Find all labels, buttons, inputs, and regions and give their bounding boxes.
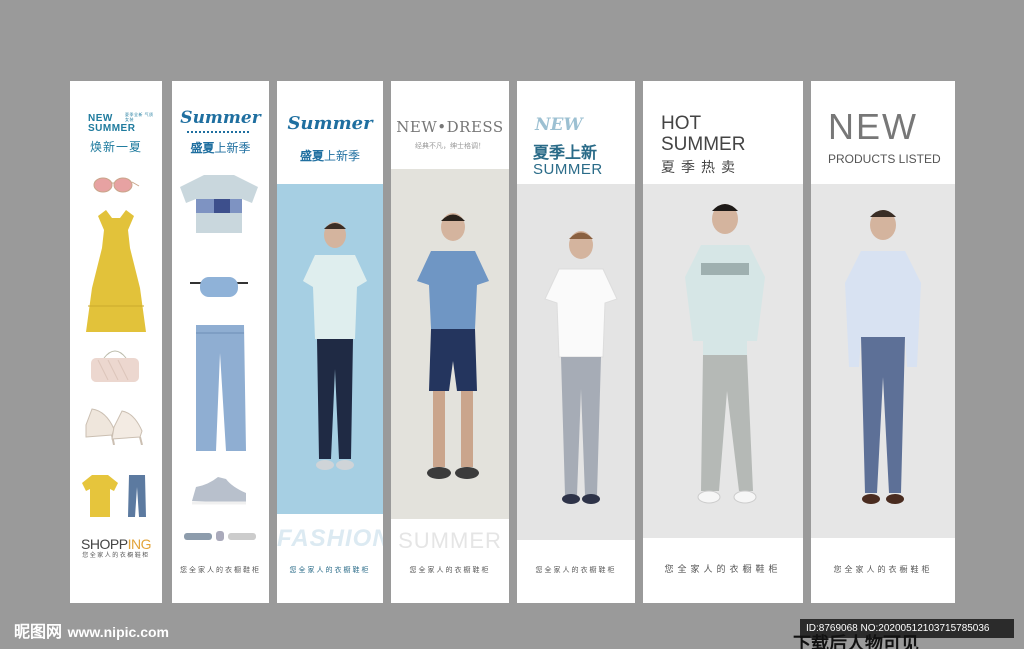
nipic-url: www.nipic.com — [67, 624, 169, 640]
pink-bag-image — [91, 350, 139, 382]
panel7-en: PRODUCTS LISTED — [828, 152, 941, 166]
panel3-subtitle: 盛夏上新季 — [277, 147, 383, 164]
poster-panel-6: HOT SUMMER 夏季热卖 您全家人的衣橱鞋柜 — [643, 81, 803, 603]
panel4-subtitle: 经典不凡，绅士格调！ — [415, 142, 485, 150]
panel6-heading: HOT SUMMER — [661, 113, 745, 155]
model-figure — [303, 222, 367, 470]
panel1-heading: NEW SUMMER 夏季全新 气质女装 — [88, 112, 153, 134]
panel4-bottom-word: SUMMER — [398, 528, 502, 553]
panel7-footer: 您全家人的衣橱鞋柜 — [833, 565, 933, 574]
panel4-title: NEW•DRESS — [396, 118, 504, 136]
panel5-en: SUMMER — [533, 161, 603, 178]
sunglasses-image — [93, 177, 140, 193]
panel6-cn: 夏季热卖 — [661, 160, 741, 176]
waist-bag-image — [190, 277, 248, 297]
poster-panel-7: NEW PRODUCTS LISTED 您全家人的衣橱鞋柜 — [811, 81, 955, 603]
slides-image — [184, 531, 256, 541]
wave-divider — [187, 131, 249, 136]
panel5-new: NEW — [535, 115, 583, 135]
panel3-subtitle-a: 盛夏 — [299, 149, 324, 163]
poster-panel-4: NEW•DRESS 经典不凡，绅士格调！ SUMMER 您全家人的衣橱鞋柜 — [391, 81, 509, 603]
heels-image — [85, 408, 143, 445]
poster-panel-2: Summer 盛夏上新季 您全家人的衣橱鞋柜 — [172, 81, 269, 603]
tshirt-image — [180, 175, 258, 233]
panel2-footer: 您全家人的衣橱鞋柜 — [180, 566, 261, 574]
panel3-title: Summer — [287, 113, 373, 134]
yellow-blouse-image — [82, 475, 118, 517]
nipic-logo: 昵图网 www.nipic.com — [14, 618, 169, 642]
panel5-footer: 您全家人的衣橱鞋柜 — [535, 566, 617, 574]
panel2-subtitle-b: 上新季 — [214, 141, 251, 155]
poster-panel-5: NEW 夏季上新 SUMMER 您全家人的衣橱鞋柜 — [517, 81, 635, 603]
panel4-footer: 您全家人的衣橱鞋柜 — [409, 566, 491, 574]
poster-panel-3: Summer 盛夏上新季 FASHION 您全家人的衣橱鞋柜 — [277, 81, 383, 603]
panel3-subtitle-b: 上新季 — [324, 149, 361, 163]
panel1-heading-small: 夏季全新 气质女装 — [125, 112, 154, 122]
panel3-footer: 您全家人的衣橱鞋柜 — [289, 566, 371, 574]
panel1-heading-cn: 焕新一夏 — [89, 140, 142, 154]
panel6-footer: 您全家人的衣橱鞋柜 — [664, 565, 782, 575]
panel2-title: Summer — [180, 108, 261, 128]
model-figure — [845, 210, 921, 504]
panel5-cn: 夏季上新 — [533, 143, 598, 162]
panel3-bottom-word: FASHION — [277, 525, 383, 552]
model-figure — [417, 213, 489, 479]
jeans-image — [196, 325, 246, 451]
panel6-hot: HOT — [661, 113, 702, 134]
panel7-new: NEW — [828, 106, 918, 147]
poster-panel-1: NEW SUMMER 夏季全新 气质女装 焕新一夏 SHOPPING 您全家人的… — [70, 81, 162, 603]
sneaker-image — [192, 477, 246, 505]
panel6-summer: SUMMER — [661, 134, 746, 155]
panel2-subtitle: 盛夏上新季 — [172, 139, 269, 156]
panel1-footer: 您全家人的衣橱鞋柜 — [82, 552, 150, 559]
nipic-logo-cn: 昵图网 — [14, 622, 63, 641]
jeans-small-image — [128, 475, 146, 517]
panel2-subtitle-a: 盛夏 — [190, 141, 215, 155]
model-figure — [685, 204, 765, 504]
download-note: 下载后人物可见 — [793, 634, 919, 649]
yellow-dress-image — [86, 210, 146, 332]
model-figure — [544, 231, 618, 504]
